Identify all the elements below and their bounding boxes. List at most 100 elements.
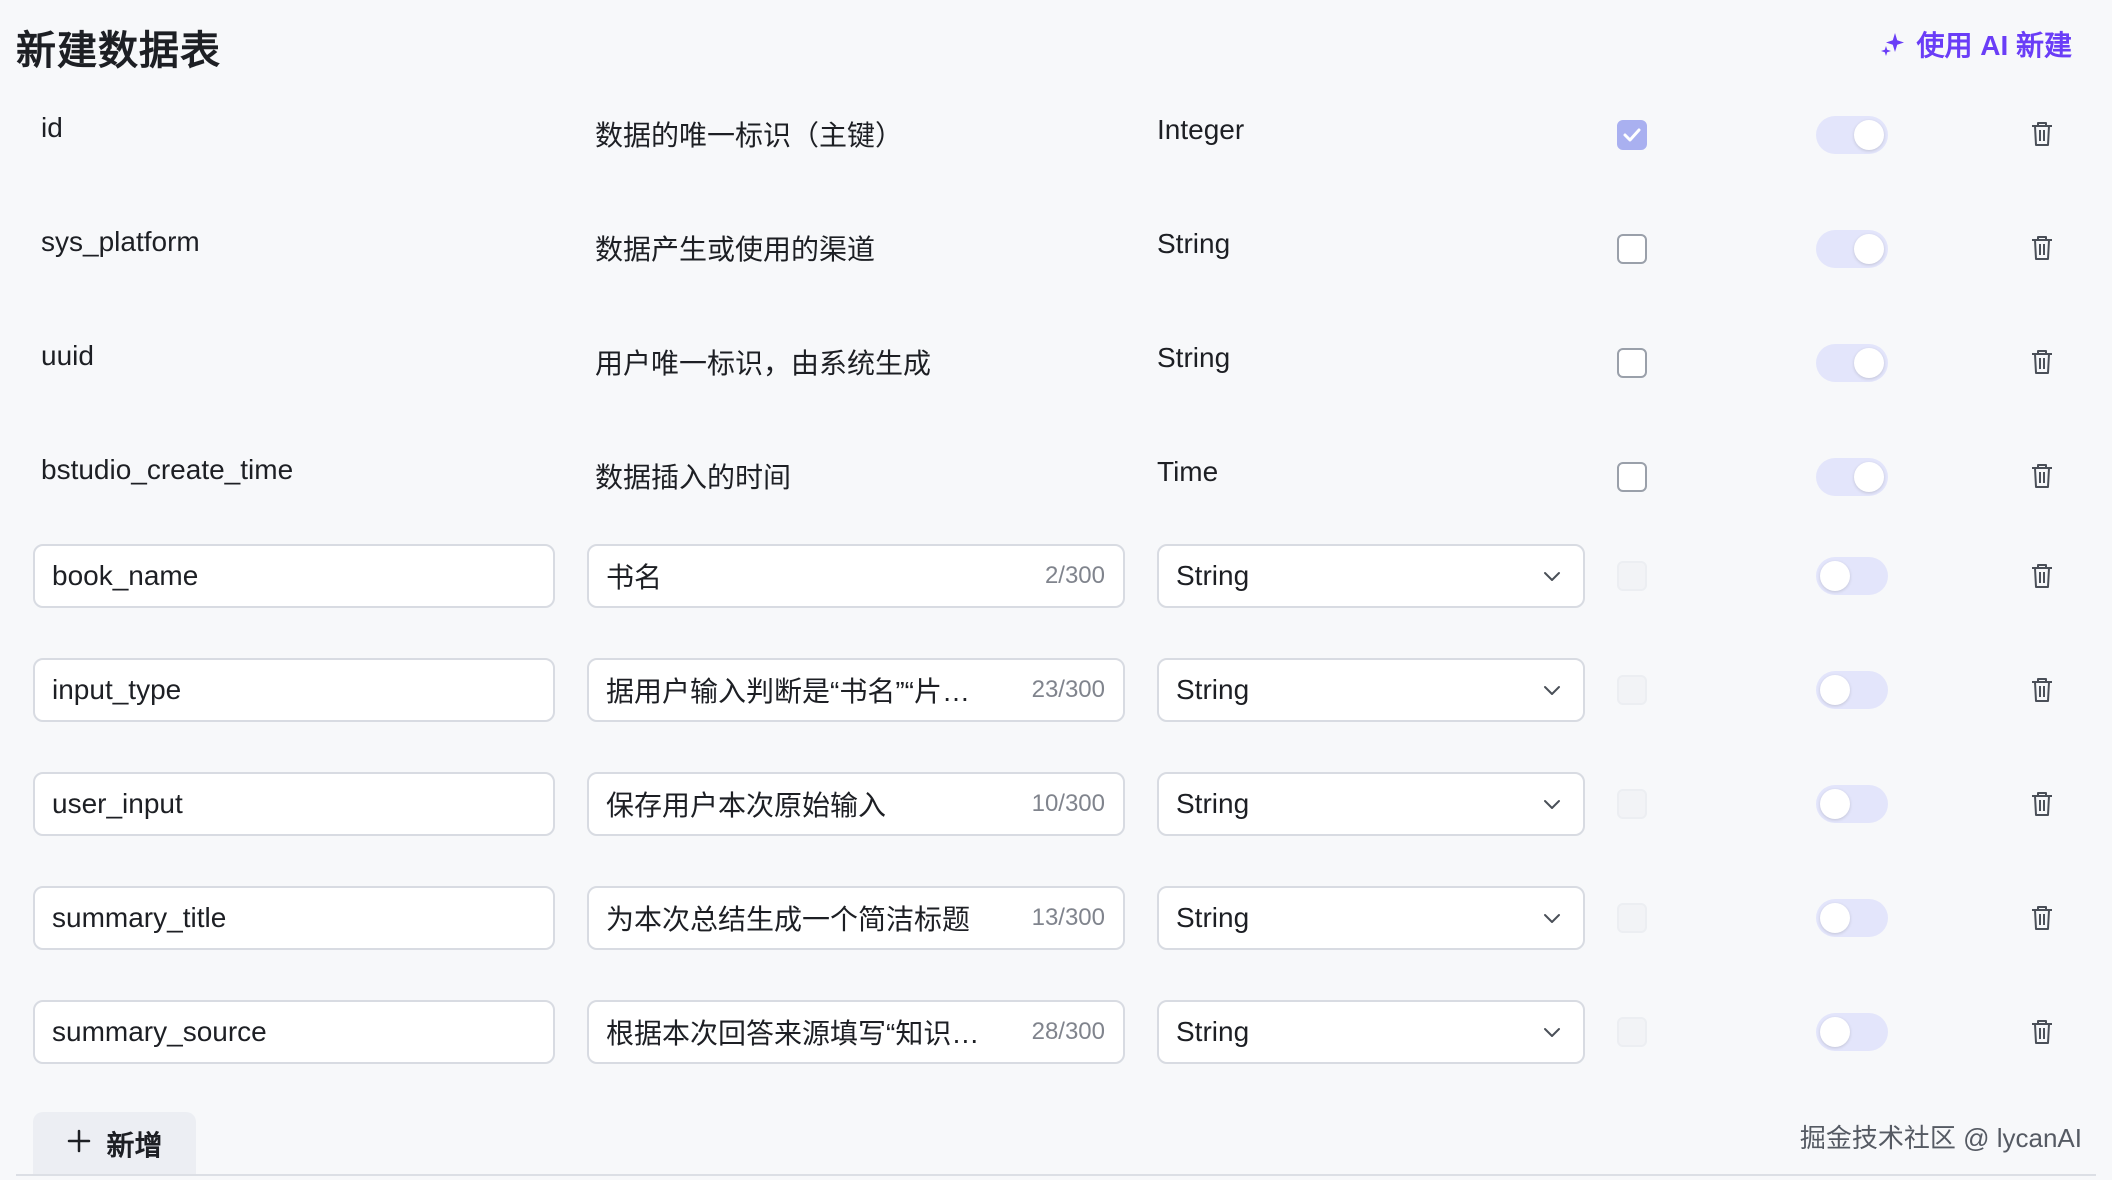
field-type-select[interactable]: String (1157, 544, 1585, 608)
toggle-knob (1820, 789, 1850, 819)
field-description-input[interactable]: 根据本次回答来源填写“知识… 28/300 (587, 1000, 1125, 1064)
field-description: 数据产生或使用的渠道 (595, 234, 876, 265)
toggle-knob (1854, 348, 1884, 378)
trash-icon[interactable] (2027, 561, 2057, 591)
field-description-input[interactable]: 书名 2/300 (587, 544, 1125, 608)
table-row: summary_title 为本次总结生成一个简洁标题 13/300 Strin… (0, 886, 2112, 950)
field-description: 数据插入的时间 (595, 462, 792, 493)
field-toggle[interactable] (1816, 557, 1888, 595)
table-row: id 数据的唯一标识（主键） Integer (0, 102, 2112, 166)
watermark: 掘金技术社区 @ lycanAI (1799, 1123, 2082, 1153)
chevron-down-icon (1541, 1021, 1563, 1043)
trash-icon[interactable] (2027, 1017, 2057, 1047)
field-type: String (1157, 228, 1231, 259)
field-name-input[interactable]: user_input (33, 772, 555, 836)
field-description: 数据的唯一标识（主键） (595, 120, 904, 151)
char-counter: 2/300 (1044, 562, 1105, 589)
field-type-value: String (1176, 788, 1250, 819)
toggle-knob (1820, 1017, 1850, 1047)
table-row: user_input 保存用户本次原始输入 10/300 String (0, 772, 2112, 836)
field-name-value: summary_title (52, 902, 227, 933)
field-type: String (1157, 342, 1231, 373)
required-checkbox[interactable] (1617, 675, 1647, 705)
trash-icon[interactable] (2027, 119, 2057, 149)
field-toggle[interactable] (1816, 458, 1888, 496)
check-icon (1623, 128, 1641, 142)
field-name: uuid (41, 340, 94, 371)
required-checkbox[interactable] (1617, 462, 1647, 492)
table-row: uuid 用户唯一标识，由系统生成 String (0, 330, 2112, 394)
header: 新建数据表 使用 AI 新建 (16, 10, 2072, 73)
table-row: input_type 据用户输入判断是“书名”“片… 23/300 String (0, 658, 2112, 722)
sparkle-icon (1880, 31, 1906, 57)
required-checkbox[interactable] (1617, 120, 1647, 150)
table-row: bstudio_create_time 数据插入的时间 Time (0, 444, 2112, 508)
required-checkbox[interactable] (1617, 903, 1647, 933)
field-type-value: String (1176, 674, 1250, 705)
char-counter: 13/300 (1031, 904, 1105, 931)
divider (16, 1174, 2096, 1176)
field-type-select[interactable]: String (1157, 772, 1585, 836)
add-field-label: 新增 (106, 1130, 163, 1161)
trash-icon[interactable] (2027, 347, 2057, 377)
field-type-value: String (1176, 560, 1250, 591)
char-counter: 23/300 (1031, 676, 1105, 703)
table-row: summary_source 根据本次回答来源填写“知识… 28/300 Str… (0, 1000, 2112, 1064)
field-description-input[interactable]: 据用户输入判断是“书名”“片… 23/300 (587, 658, 1125, 722)
field-name: bstudio_create_time (41, 454, 294, 485)
table-row: book_name 书名 2/300 String (0, 544, 2112, 608)
field-description-value: 根据本次回答来源填写“知识… (606, 1018, 980, 1049)
field-name-input[interactable]: summary_source (33, 1000, 555, 1064)
field-description-input[interactable]: 为本次总结生成一个简洁标题 13/300 (587, 886, 1125, 950)
ai-create-button[interactable]: 使用 AI 新建 (1880, 24, 2072, 64)
ai-create-label: 使用 AI 新建 (1916, 30, 2072, 61)
field-name-input[interactable]: summary_title (33, 886, 555, 950)
field-name-value: input_type (52, 674, 182, 705)
field-description-value: 为本次总结生成一个简洁标题 (606, 904, 971, 935)
field-toggle[interactable] (1816, 230, 1888, 268)
toggle-knob (1854, 120, 1884, 150)
field-type: Time (1157, 456, 1219, 487)
field-type-value: String (1176, 902, 1250, 933)
chevron-down-icon (1541, 679, 1563, 701)
trash-icon[interactable] (2027, 461, 2057, 491)
required-checkbox[interactable] (1617, 1017, 1647, 1047)
required-checkbox[interactable] (1617, 561, 1647, 591)
field-type-select[interactable]: String (1157, 1000, 1585, 1064)
toggle-knob (1820, 903, 1850, 933)
field-toggle[interactable] (1816, 344, 1888, 382)
required-checkbox[interactable] (1617, 348, 1647, 378)
chevron-down-icon (1541, 565, 1563, 587)
toggle-knob (1854, 234, 1884, 264)
field-type-select[interactable]: String (1157, 658, 1585, 722)
field-name: id (41, 112, 63, 143)
field-name-value: user_input (52, 788, 183, 819)
field-name-input[interactable]: book_name (33, 544, 555, 608)
field-description-value: 书名 (606, 562, 663, 593)
char-counter: 28/300 (1031, 1018, 1105, 1045)
field-description-input[interactable]: 保存用户本次原始输入 10/300 (587, 772, 1125, 836)
field-toggle[interactable] (1816, 1013, 1888, 1051)
field-description-value: 据用户输入判断是“书名”“片… (606, 676, 970, 707)
chevron-down-icon (1541, 907, 1563, 929)
trash-icon[interactable] (2027, 789, 2057, 819)
field-type-value: String (1176, 1016, 1250, 1047)
field-toggle[interactable] (1816, 785, 1888, 823)
chevron-down-icon (1541, 793, 1563, 815)
field-type-select[interactable]: String (1157, 886, 1585, 950)
table-row: sys_platform 数据产生或使用的渠道 String (0, 216, 2112, 280)
trash-icon[interactable] (2027, 903, 2057, 933)
field-type: Integer (1157, 114, 1245, 145)
field-toggle[interactable] (1816, 671, 1888, 709)
field-toggle[interactable] (1816, 116, 1888, 154)
add-field-button[interactable]: 新增 (33, 1112, 196, 1176)
field-name-value: summary_source (52, 1016, 267, 1047)
field-name-input[interactable]: input_type (33, 658, 555, 722)
trash-icon[interactable] (2027, 675, 2057, 705)
required-checkbox[interactable] (1617, 789, 1647, 819)
trash-icon[interactable] (2027, 233, 2057, 263)
required-checkbox[interactable] (1617, 234, 1647, 264)
toggle-knob (1820, 561, 1850, 591)
page-title: 新建数据表 (16, 29, 221, 73)
field-toggle[interactable] (1816, 899, 1888, 937)
